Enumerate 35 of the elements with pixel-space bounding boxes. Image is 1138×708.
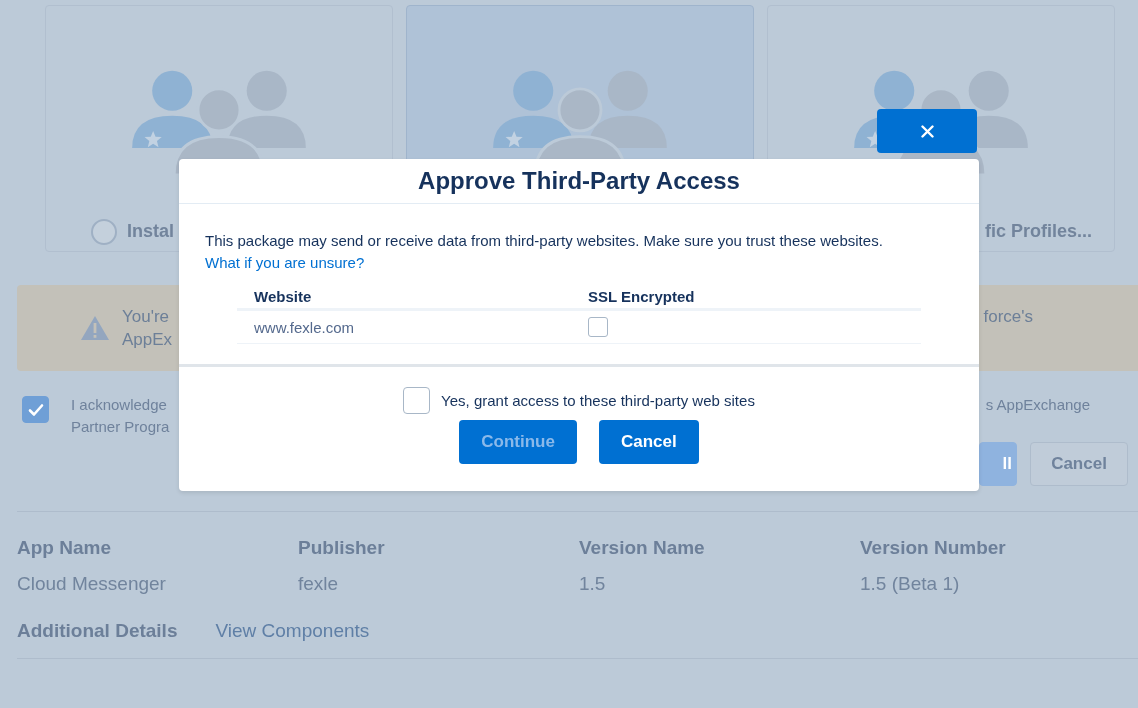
warning-text: You're	[122, 306, 171, 328]
column-header: Website	[237, 280, 572, 310]
ssl-checkbox[interactable]	[588, 317, 609, 338]
help-link[interactable]: What if you are unsure?	[205, 254, 365, 271]
detail-label: App Name	[17, 537, 112, 559]
check-icon	[27, 401, 44, 418]
detail-value: Cloud Messenger	[17, 573, 167, 595]
detail-value: 1.5 (Beta 1)	[860, 573, 961, 595]
cancel-button[interactable]: Cancel	[598, 420, 699, 465]
install-button[interactable]: ll	[979, 442, 1017, 486]
detail-label: Version Number	[860, 537, 1007, 559]
detail-value: 1.5	[579, 573, 607, 595]
warning-text: AppEx	[122, 329, 173, 351]
column-header: SSL Encrypted	[571, 280, 921, 310]
dialog-title: Approve Third-Party Access	[179, 159, 979, 204]
option-label: fic Profiles...	[984, 221, 1092, 243]
warning-text: force's	[983, 306, 1033, 328]
warning-icon	[80, 315, 110, 341]
close-button[interactable]	[877, 109, 977, 153]
option-label: Instal	[127, 221, 174, 243]
acknowledge-text: I acknowledge	[71, 395, 168, 415]
detail-value: fexle	[298, 573, 340, 595]
table-cell: www.fexle.com	[237, 309, 572, 344]
detail-label: Version Name	[579, 537, 706, 559]
detail-label: Publisher	[298, 537, 386, 559]
radio-button[interactable]	[91, 218, 117, 245]
grant-label: Yes, grant access to these third-party web sites	[441, 392, 755, 410]
acknowledge-text: Partner Progra	[71, 417, 170, 437]
acknowledge-text: s AppExchange	[985, 395, 1090, 415]
acknowledge-checkbox[interactable]	[22, 396, 49, 423]
close-icon	[920, 124, 934, 138]
cancel-button[interactable]: Cancel	[1030, 442, 1128, 486]
tab[interactable]: Additional Details	[17, 620, 178, 642]
grant-checkbox[interactable]	[403, 387, 431, 415]
tab[interactable]: View Components	[215, 620, 370, 642]
